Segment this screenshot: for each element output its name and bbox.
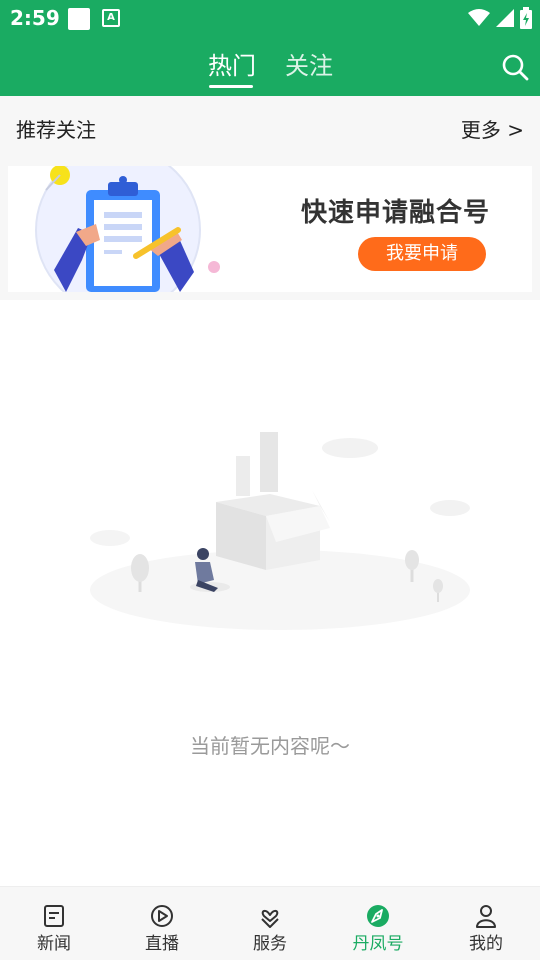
clipboard-illustration-icon xyxy=(35,166,220,292)
banner-title: 快速申请融合号 xyxy=(301,198,491,228)
recommend-header: 推荐关注 更多 > xyxy=(0,96,540,160)
empty-box-illustration-icon xyxy=(90,432,470,630)
nav-item-service[interactable]: 服务 xyxy=(216,887,324,960)
notification-square-icon xyxy=(68,8,90,30)
tab-hot[interactable]: 热门 xyxy=(208,46,256,81)
search-icon[interactable] xyxy=(500,52,530,82)
recommend-title: 推荐关注 xyxy=(16,118,96,142)
nav-label-live: 直播 xyxy=(145,934,179,954)
profile-icon xyxy=(476,905,496,928)
nav-label-danfeng: 丹凤号 xyxy=(352,934,404,954)
empty-message: 当前暂无内容呢～ xyxy=(190,734,350,758)
tab-follow[interactable]: 关注 xyxy=(285,46,333,81)
bottom-nav: 新闻 直播 服务 丹凤号 我的 xyxy=(0,886,540,960)
status-indicators xyxy=(468,6,532,30)
apply-button[interactable]: 我要申请 xyxy=(358,237,486,271)
top-nav: 热门 关注 xyxy=(0,38,540,96)
nav-label-service: 服务 xyxy=(253,934,287,954)
compass-icon xyxy=(367,905,389,927)
more-link[interactable]: 更多 > xyxy=(461,114,524,143)
nav-label-news: 新闻 xyxy=(37,934,71,954)
status-time: 2:59 xyxy=(10,6,60,30)
nav-item-live[interactable]: 直播 xyxy=(108,887,216,960)
news-icon xyxy=(44,905,64,927)
wifi-icon xyxy=(468,9,490,26)
apply-banner[interactable]: 快速申请融合号 我要申请 xyxy=(8,166,532,292)
font-notification-icon: A xyxy=(102,9,120,27)
service-icon xyxy=(261,909,279,928)
status-bar: 2:59 A xyxy=(0,0,540,38)
banner-section: 快速申请融合号 我要申请 xyxy=(0,160,540,300)
nav-item-news[interactable]: 新闻 xyxy=(0,887,108,960)
battery-icon xyxy=(520,7,532,29)
active-tab-indicator xyxy=(209,85,253,88)
nav-item-danfeng[interactable]: 丹凤号 xyxy=(324,887,432,960)
live-play-icon xyxy=(151,905,173,927)
nav-item-profile[interactable]: 我的 xyxy=(432,887,540,960)
signal-icon xyxy=(496,9,514,27)
nav-label-profile: 我的 xyxy=(469,934,503,954)
